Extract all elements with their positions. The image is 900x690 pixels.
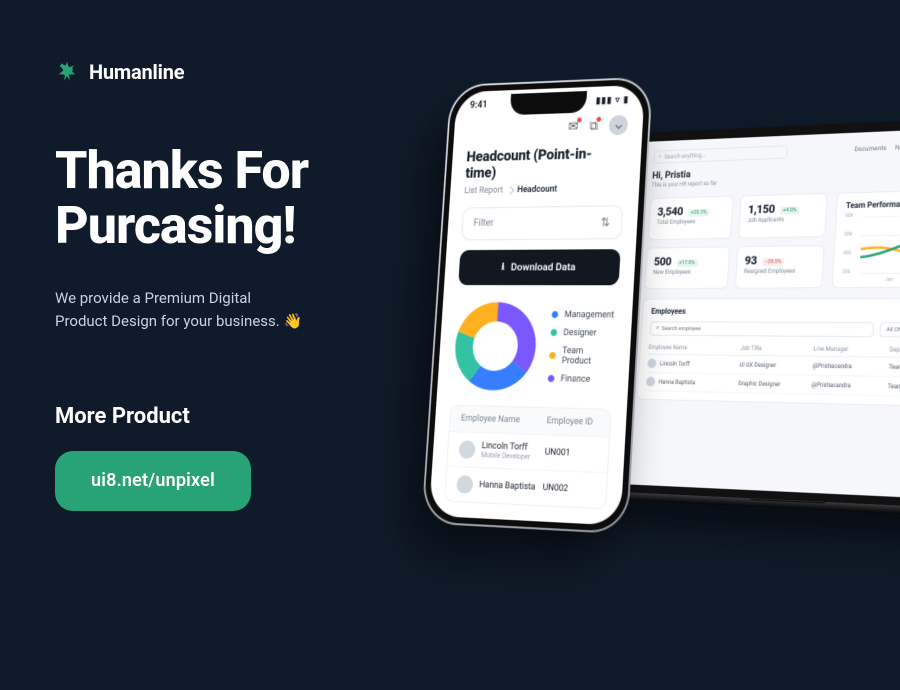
- stat-delta: +4.0%: [780, 207, 800, 215]
- legend-swatch-icon: [548, 375, 555, 382]
- breadcrumb-parent[interactable]: List Report: [464, 185, 503, 195]
- avatar: [458, 440, 475, 458]
- bell-icon[interactable]: ⧉: [589, 118, 598, 133]
- employees-table: Employee Name Job Title Line Manager Dep…: [646, 341, 900, 399]
- topnav-news[interactable]: News: [895, 143, 900, 152]
- avatar: [456, 475, 473, 494]
- phone-page-title: Headcount (Point-in- time): [465, 145, 627, 183]
- download-data-button[interactable]: ⭳ Download Data: [458, 249, 620, 285]
- performance-title: Team Performance: [846, 199, 900, 210]
- stat-delta: +17.0%: [676, 259, 698, 267]
- stat-resigned: 93 −25.5% Resigned Employees: [735, 244, 825, 288]
- legend-swatch-icon: [550, 329, 557, 336]
- stat-total-employees: 3,540 +25.5% Total Employees: [648, 196, 734, 240]
- topnav-documents[interactable]: Documents: [854, 144, 886, 153]
- avatar[interactable]: [608, 115, 628, 135]
- legend-swatch-icon: [549, 352, 556, 359]
- stat-new-employees: 500 +17.0% New Employees: [644, 246, 730, 289]
- headcount-donut-chart: [451, 300, 539, 392]
- employees-card: Employees ⌕Search employee All Offices A…: [636, 298, 900, 410]
- performance-chart: 60k 50k 40k 30k Jan Feb: [841, 209, 900, 283]
- headline: Thanks For Purcasing!: [55, 144, 415, 253]
- legend-swatch-icon: [551, 311, 558, 318]
- status-icons: ▮▮▮ ▿ ▮: [596, 95, 630, 106]
- avatar: [647, 359, 656, 369]
- search-icon: ⌕: [656, 325, 659, 332]
- filter-button[interactable]: Filter ⇅: [461, 205, 623, 240]
- more-product-label: More Product: [55, 404, 415, 429]
- team-performance-card: Team Performance Project Team Product Te…: [832, 186, 900, 288]
- employees-title: Employees: [651, 307, 900, 316]
- phone-notch: [510, 91, 587, 115]
- dashboard-topnav: Documents News Payslip Report: [854, 141, 900, 153]
- mail-icon[interactable]: ✉: [568, 119, 579, 134]
- table-row[interactable]: Hanna Baptista UN002: [445, 465, 607, 508]
- phone-employee-table: Employee Name Employee ID Lincoln TorffM…: [444, 404, 612, 509]
- employees-search-input[interactable]: ⌕Search employee: [650, 321, 875, 337]
- filter-offices[interactable]: All Offices: [879, 322, 900, 337]
- headline-line1: Thanks For: [55, 140, 308, 201]
- dashboard-search-input[interactable]: ⌕ Search anything…: [653, 145, 788, 163]
- stat-job-applicants: 1,150 +4.0% Job Applicants: [738, 193, 828, 238]
- avatar: [646, 377, 655, 387]
- brand: Humanline: [55, 60, 415, 84]
- donut-legend: Management Designer Team Product Finance: [547, 310, 617, 385]
- breadcrumb-current: Headcount: [517, 184, 557, 195]
- status-time: 9:41: [470, 100, 488, 111]
- chevron-right-icon: [506, 186, 514, 194]
- download-icon: ⭳: [501, 258, 505, 276]
- brand-asterisk-icon: [55, 60, 79, 84]
- cta-button[interactable]: ui8.net/unpixel: [55, 451, 251, 511]
- chevron-down-icon: [615, 122, 622, 129]
- table-row[interactable]: Hanna Baptista Graphic Designer @Pristia…: [646, 373, 900, 400]
- search-icon: ⌕: [659, 153, 662, 161]
- phone-mockup: 9:41 ▮▮▮ ▿ ▮ ✉ ⧉ Headcount (Point-in- ti…: [421, 77, 653, 535]
- dashboard-stats: 3,540 +25.5% Total Employees 1,150 +4.0%…: [644, 193, 828, 289]
- stat-delta: +25.5%: [688, 209, 710, 217]
- stat-delta: −25.5%: [762, 258, 785, 266]
- brand-name: Humanline: [89, 60, 184, 84]
- sliders-icon: ⇅: [600, 215, 610, 229]
- breadcrumb: List Report Headcount: [464, 183, 624, 196]
- headline-line2: Purcasing!: [55, 195, 296, 256]
- subheadline: We provide a Premium Digital Product Des…: [55, 287, 365, 334]
- cta-label: ui8.net/unpixel: [91, 470, 215, 491]
